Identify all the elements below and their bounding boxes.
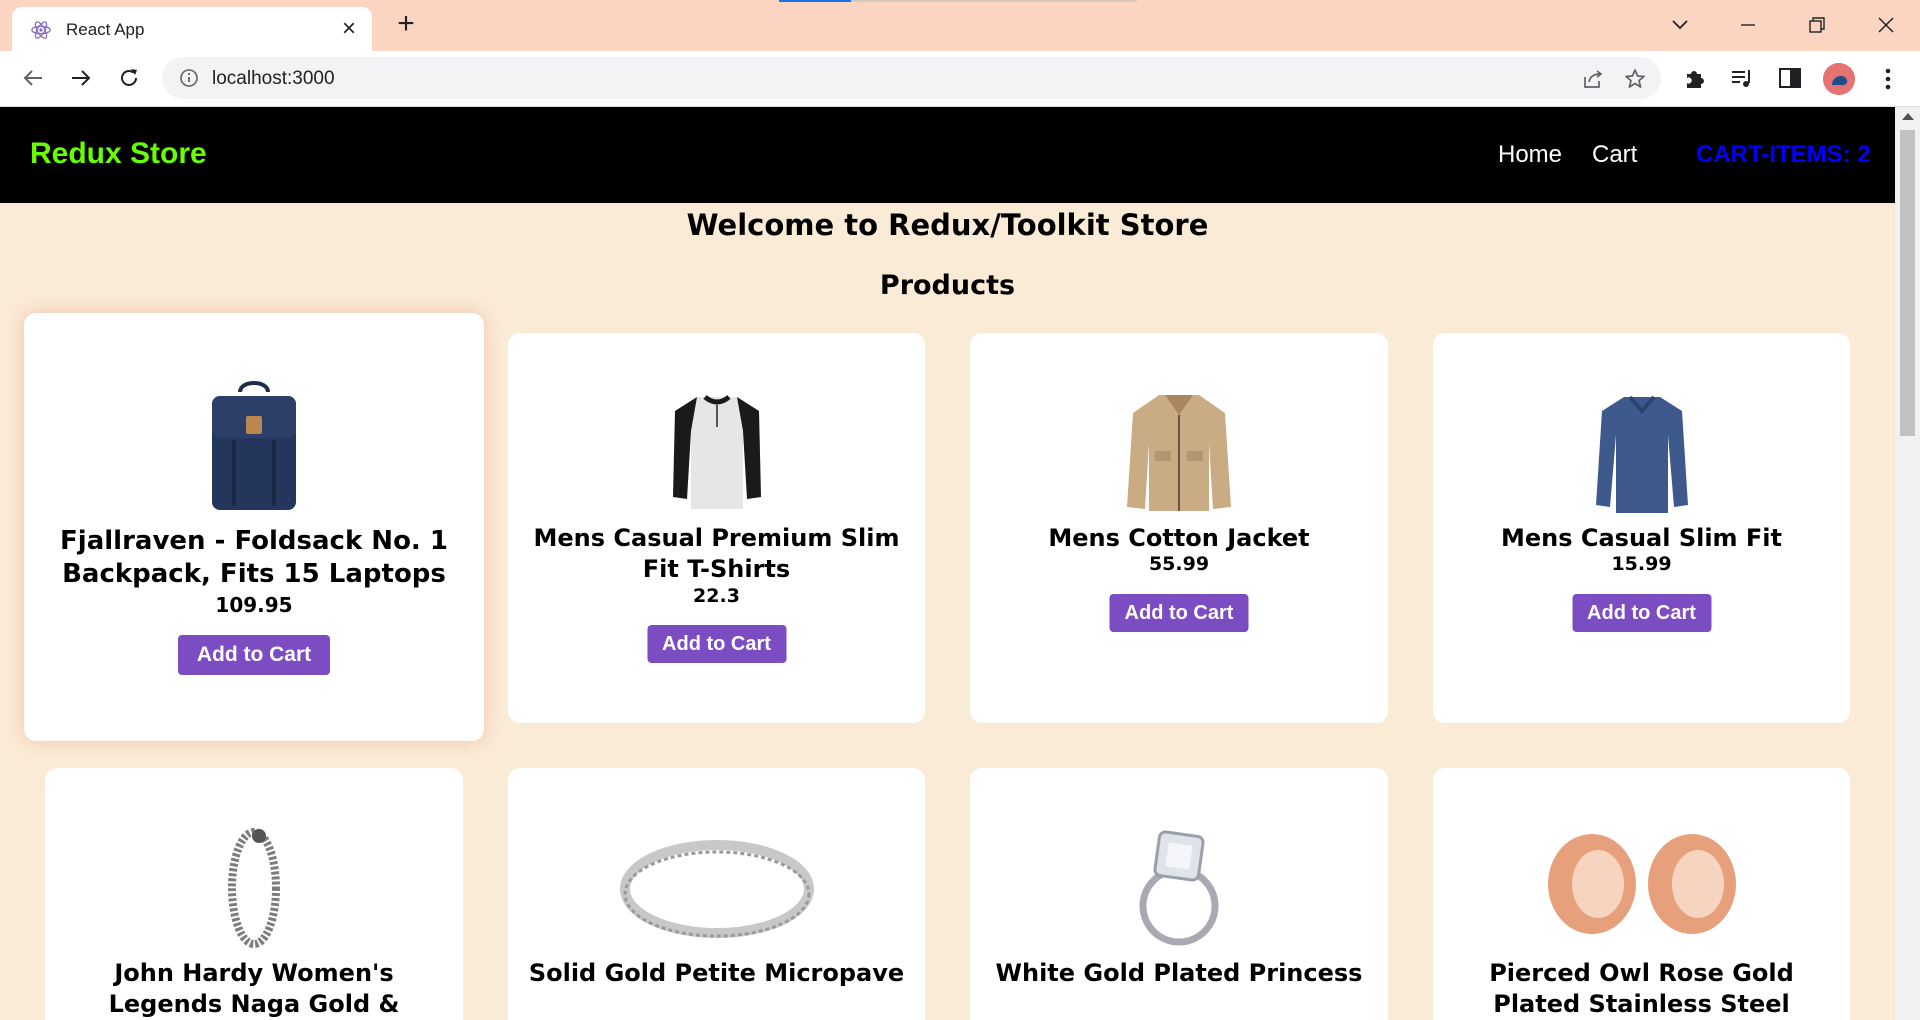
product-name: Pierced Owl Rose Gold Plated Stainless S…	[1489, 959, 1794, 1018]
products-heading: Products	[879, 270, 1016, 301]
loading-indicator	[779, 0, 851, 2]
product-name: Mens Casual Premium Slim Fit T-Shirts	[533, 524, 900, 583]
product-name: Solid Gold Petite Micropave	[528, 959, 905, 987]
product-card[interactable]: Mens Casual Slim Fit 15.99 Add to Cart	[1433, 333, 1850, 723]
product-card[interactable]: Mens Cotton Jacket 55.99 Add to Cart	[970, 333, 1388, 723]
scroll-up-arrow-icon[interactable]	[1902, 113, 1914, 120]
add-to-cart-button[interactable]: Add to Cart	[1109, 594, 1249, 632]
close-window-icon[interactable]	[1871, 10, 1901, 40]
product-name: Mens Casual Slim Fit	[1500, 524, 1783, 552]
browser-tab-active[interactable]: React App ×	[12, 7, 372, 51]
add-to-cart-button[interactable]: Add to Cart	[178, 635, 330, 675]
page-viewport: Redux Store Home Cart CART-ITEMS: 2 Welc…	[0, 107, 1895, 1020]
ring-image	[619, 840, 814, 938]
tab-close-icon[interactable]: ×	[337, 17, 361, 41]
product-card[interactable]: Mens Casual Premium Slim Fit T-Shirts 22…	[508, 333, 925, 723]
plugs-image	[1547, 834, 1736, 934]
cart-items-count: CART-ITEMS: 2	[1696, 141, 1871, 168]
share-icon[interactable]	[1581, 67, 1605, 91]
add-to-cart-button[interactable]: Add to Cart	[647, 625, 786, 663]
browser-toolbar	[0, 51, 1920, 107]
product-card[interactable]: Fjallraven - Foldsack No. 1 Backpack, Fi…	[24, 313, 484, 741]
product-price: 22.3	[693, 585, 740, 607]
browser-menu-icon[interactable]	[1876, 65, 1900, 93]
tab-search-chevron-icon[interactable]	[1665, 10, 1695, 40]
product-name: Mens Cotton Jacket	[1048, 524, 1310, 552]
restore-icon[interactable]	[1802, 10, 1832, 40]
jacket-image	[1127, 395, 1231, 511]
extensions-puzzle-icon[interactable]	[1682, 65, 1708, 91]
bracelet-image	[228, 828, 280, 948]
scrollbar-thumb[interactable]	[1900, 130, 1915, 436]
product-card[interactable]: Pierced Owl Rose Gold Plated Stainless S…	[1433, 768, 1850, 1020]
react-favicon-icon	[31, 21, 51, 39]
reload-icon[interactable]	[114, 63, 144, 93]
product-price: 15.99	[1611, 553, 1672, 575]
profile-avatar[interactable]	[1823, 63, 1855, 95]
url-input[interactable]	[212, 68, 1412, 90]
princess-ring-image	[1139, 830, 1219, 946]
page-scrollbar[interactable]	[1895, 107, 1920, 1020]
product-card[interactable]: Solid Gold Petite Micropave	[508, 768, 925, 1020]
product-card[interactable]: White Gold Plated Princess	[970, 768, 1388, 1020]
product-price: 55.99	[1148, 553, 1210, 575]
nav-link-home[interactable]: Home	[1498, 141, 1562, 169]
tshirt-image	[672, 394, 761, 509]
tab-title: React App	[66, 20, 145, 39]
avatar-image	[1823, 63, 1855, 95]
brand-logo-text[interactable]: Redux Store	[30, 137, 207, 171]
product-card[interactable]: John Hardy Women's Legends Naga Gold &	[45, 768, 463, 1020]
backpack-image	[212, 381, 296, 510]
new-tab-plus-icon[interactable]: +	[391, 9, 421, 39]
site-info-icon[interactable]	[178, 67, 200, 89]
minimize-icon[interactable]	[1733, 10, 1763, 40]
back-arrow-icon[interactable]	[18, 63, 48, 93]
app-navbar: Redux Store Home Cart CART-ITEMS: 2	[0, 107, 1895, 203]
nav-link-cart[interactable]: Cart	[1592, 141, 1637, 169]
product-name: White Gold Plated Princess	[995, 959, 1363, 987]
product-price: 109.95	[215, 593, 293, 617]
forward-arrow-icon[interactable]	[66, 63, 96, 93]
longsleeve-image	[1595, 395, 1688, 513]
bookmark-star-icon[interactable]	[1623, 67, 1647, 91]
side-panel-icon[interactable]	[1777, 65, 1803, 91]
address-bar[interactable]	[162, 57, 1661, 99]
browser-tabstrip: React App × +	[0, 0, 1920, 51]
loading-track	[851, 0, 1137, 2]
product-name: John Hardy Women's Legends Naga Gold &	[108, 959, 400, 1018]
add-to-cart-button[interactable]: Add to Cart	[1572, 594, 1711, 632]
product-name: Fjallraven - Foldsack No. 1 Backpack, Fi…	[60, 526, 448, 590]
media-queue-icon[interactable]	[1729, 65, 1755, 91]
welcome-heading: Welcome to Redux/Toolkit Store	[686, 208, 1209, 242]
